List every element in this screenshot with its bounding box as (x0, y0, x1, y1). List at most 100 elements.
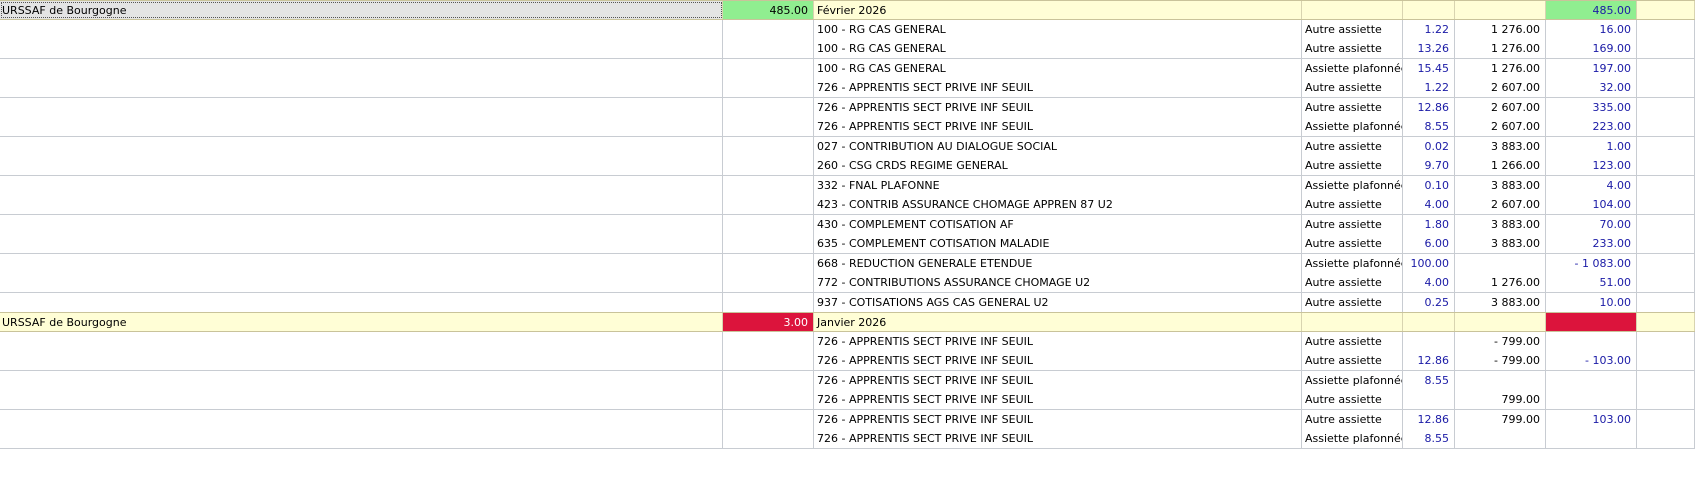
base-cell[interactable]: 3 883.00 (1455, 234, 1546, 253)
montant-cell[interactable]: 197.00 (1546, 58, 1637, 78)
assiette-cell[interactable]: Autre assiette (1302, 156, 1403, 175)
assiette-cell[interactable]: Autre assiette (1302, 78, 1403, 97)
base-cell[interactable]: - 799.00 (1455, 351, 1546, 370)
base-cell[interactable] (1455, 1, 1546, 19)
taux-cell[interactable]: 1.22 (1403, 78, 1455, 97)
organisme-cell[interactable] (0, 351, 723, 370)
base-cell[interactable] (1455, 253, 1546, 273)
assiette-cell[interactable] (1302, 1, 1403, 19)
montant-cell[interactable]: 123.00 (1546, 156, 1637, 175)
montant-cell[interactable]: 223.00 (1546, 117, 1637, 136)
base-cell[interactable]: 799.00 (1455, 409, 1546, 429)
montant-cell[interactable]: 104.00 (1546, 195, 1637, 214)
organisme-cell[interactable] (0, 429, 723, 448)
taux-cell[interactable]: 0.02 (1403, 136, 1455, 156)
taux-cell[interactable]: 4.00 (1403, 195, 1455, 214)
table-row[interactable]: 332 - FNAL PLAFONNE Assiette plafonnée 0.1… (0, 175, 1695, 196)
code-cell[interactable]: 726 - APPRENTIS SECT PRIVE INF SEUIL (814, 409, 1302, 429)
amount-cell[interactable] (723, 58, 814, 78)
code-cell[interactable]: 726 - APPRENTIS SECT PRIVE INF SEUIL (814, 117, 1302, 136)
amount-cell[interactable] (723, 351, 814, 370)
organisme-cell[interactable] (0, 331, 723, 351)
code-cell[interactable]: 772 - CONTRIBUTIONS ASSURANCE CHOMAGE U2 (814, 273, 1302, 292)
taux-cell[interactable]: 13.26 (1403, 39, 1455, 58)
assiette-cell[interactable]: Autre assiette (1302, 97, 1403, 117)
table-row[interactable]: 726 - APPRENTIS SECT PRIVE INF SEUIL Assi… (0, 429, 1695, 449)
taux-cell[interactable]: 8.55 (1403, 429, 1455, 448)
assiette-cell[interactable]: Assiette plafonnée (1302, 117, 1403, 136)
assiette-cell[interactable] (1302, 313, 1403, 331)
table-row[interactable]: 726 - APPRENTIS SECT PRIVE INF SEUIL Autr… (0, 331, 1695, 352)
organisme-cell[interactable] (0, 390, 723, 409)
organisme-cell[interactable] (0, 253, 723, 273)
table-row[interactable]: 635 - COMPLEMENT COTISATION MALADIE Autre… (0, 234, 1695, 254)
organisme-cell[interactable] (0, 234, 723, 253)
base-cell[interactable] (1455, 313, 1546, 331)
code-cell[interactable]: 668 - REDUCTION GENERALE ETENDUE (814, 253, 1302, 273)
table-row[interactable]: 423 - CONTRIB ASSURANCE CHOMAGE APPREN 8… (0, 195, 1695, 215)
taux-cell[interactable]: 0.25 (1403, 292, 1455, 312)
taux-cell[interactable]: 12.86 (1403, 409, 1455, 429)
code-cell[interactable]: 726 - APPRENTIS SECT PRIVE INF SEUIL (814, 331, 1302, 351)
assiette-cell[interactable]: Autre assiette (1302, 136, 1403, 156)
amount-cell[interactable] (723, 253, 814, 273)
group-row[interactable]: URSSAF de Bourgogne 485.00 Février 2026 485… (0, 0, 1695, 20)
base-cell[interactable]: - 799.00 (1455, 331, 1546, 351)
table-row[interactable]: 726 - APPRENTIS SECT PRIVE INF SEUIL Autr… (0, 78, 1695, 98)
code-cell[interactable]: 332 - FNAL PLAFONNE (814, 175, 1302, 195)
organisme-cell[interactable] (0, 156, 723, 175)
montant-cell[interactable]: 103.00 (1546, 409, 1637, 429)
group-total-cell[interactable]: 485.00 (1546, 1, 1637, 19)
code-cell[interactable]: 635 - COMPLEMENT COTISATION MALADIE (814, 234, 1302, 253)
taux-cell[interactable] (1403, 390, 1455, 409)
code-cell[interactable]: 726 - APPRENTIS SECT PRIVE INF SEUIL (814, 370, 1302, 390)
amount-cell[interactable] (723, 117, 814, 136)
assiette-cell[interactable]: Autre assiette (1302, 234, 1403, 253)
base-cell[interactable]: 3 883.00 (1455, 292, 1546, 312)
montant-cell[interactable]: 70.00 (1546, 214, 1637, 234)
table-row[interactable]: 726 - APPRENTIS SECT PRIVE INF SEUIL Autr… (0, 97, 1695, 118)
amount-cell[interactable] (723, 156, 814, 175)
taux-cell[interactable]: 8.55 (1403, 370, 1455, 390)
taux-cell[interactable]: 1.80 (1403, 214, 1455, 234)
assiette-cell[interactable]: Assiette plafonnée (1302, 58, 1403, 78)
assiette-cell[interactable]: Autre assiette (1302, 351, 1403, 370)
amount-cell[interactable] (723, 234, 814, 253)
montant-cell[interactable] (1546, 390, 1637, 409)
assiette-cell[interactable]: Assiette plafonnée (1302, 175, 1403, 195)
montant-cell[interactable]: 169.00 (1546, 39, 1637, 58)
table-row[interactable]: 430 - COMPLEMENT COTISATION AF Autre assi… (0, 214, 1695, 235)
code-cell[interactable]: 260 - CSG CRDS REGIME GENERAL (814, 156, 1302, 175)
base-cell[interactable]: 1 276.00 (1455, 19, 1546, 39)
organisme-cell[interactable] (0, 78, 723, 97)
organisme-cell[interactable] (0, 58, 723, 78)
montant-cell[interactable]: 51.00 (1546, 273, 1637, 292)
base-cell[interactable]: 2 607.00 (1455, 195, 1546, 214)
montant-cell[interactable] (1546, 429, 1637, 448)
table-row[interactable]: 726 - APPRENTIS SECT PRIVE INF SEUIL Assi… (0, 370, 1695, 391)
amount-cell[interactable] (723, 19, 814, 39)
assiette-cell[interactable]: Autre assiette (1302, 19, 1403, 39)
amount-cell[interactable] (723, 136, 814, 156)
base-cell[interactable]: 1 276.00 (1455, 58, 1546, 78)
table-row[interactable]: 726 - APPRENTIS SECT PRIVE INF SEUIL Autr… (0, 409, 1695, 430)
table-row[interactable]: 726 - APPRENTIS SECT PRIVE INF SEUIL Autr… (0, 351, 1695, 371)
assiette-cell[interactable]: Autre assiette (1302, 195, 1403, 214)
base-cell[interactable]: 1 266.00 (1455, 156, 1546, 175)
montant-cell[interactable] (1546, 331, 1637, 351)
organisme-cell[interactable]: URSSAF de Bourgogne (0, 313, 723, 331)
base-cell[interactable] (1455, 370, 1546, 390)
table-row[interactable]: 027 - CONTRIBUTION AU DIALOGUE SOCIAL Aut… (0, 136, 1695, 157)
table-row[interactable]: 100 - RG CAS GENERAL Autre assiette 13.26 1… (0, 39, 1695, 59)
base-cell[interactable]: 2 607.00 (1455, 78, 1546, 97)
base-cell[interactable]: 3 883.00 (1455, 214, 1546, 234)
code-cell[interactable]: 100 - RG CAS GENERAL (814, 39, 1302, 58)
assiette-cell[interactable]: Assiette plafonnée (1302, 370, 1403, 390)
montant-cell[interactable]: 10.00 (1546, 292, 1637, 312)
table-row[interactable]: 260 - CSG CRDS REGIME GENERAL Autre assie… (0, 156, 1695, 176)
montant-cell[interactable]: 16.00 (1546, 19, 1637, 39)
organisme-cell[interactable] (0, 409, 723, 429)
period-cell[interactable]: Janvier 2026 (814, 313, 1302, 331)
taux-cell[interactable]: 12.86 (1403, 351, 1455, 370)
montant-cell[interactable]: 4.00 (1546, 175, 1637, 195)
